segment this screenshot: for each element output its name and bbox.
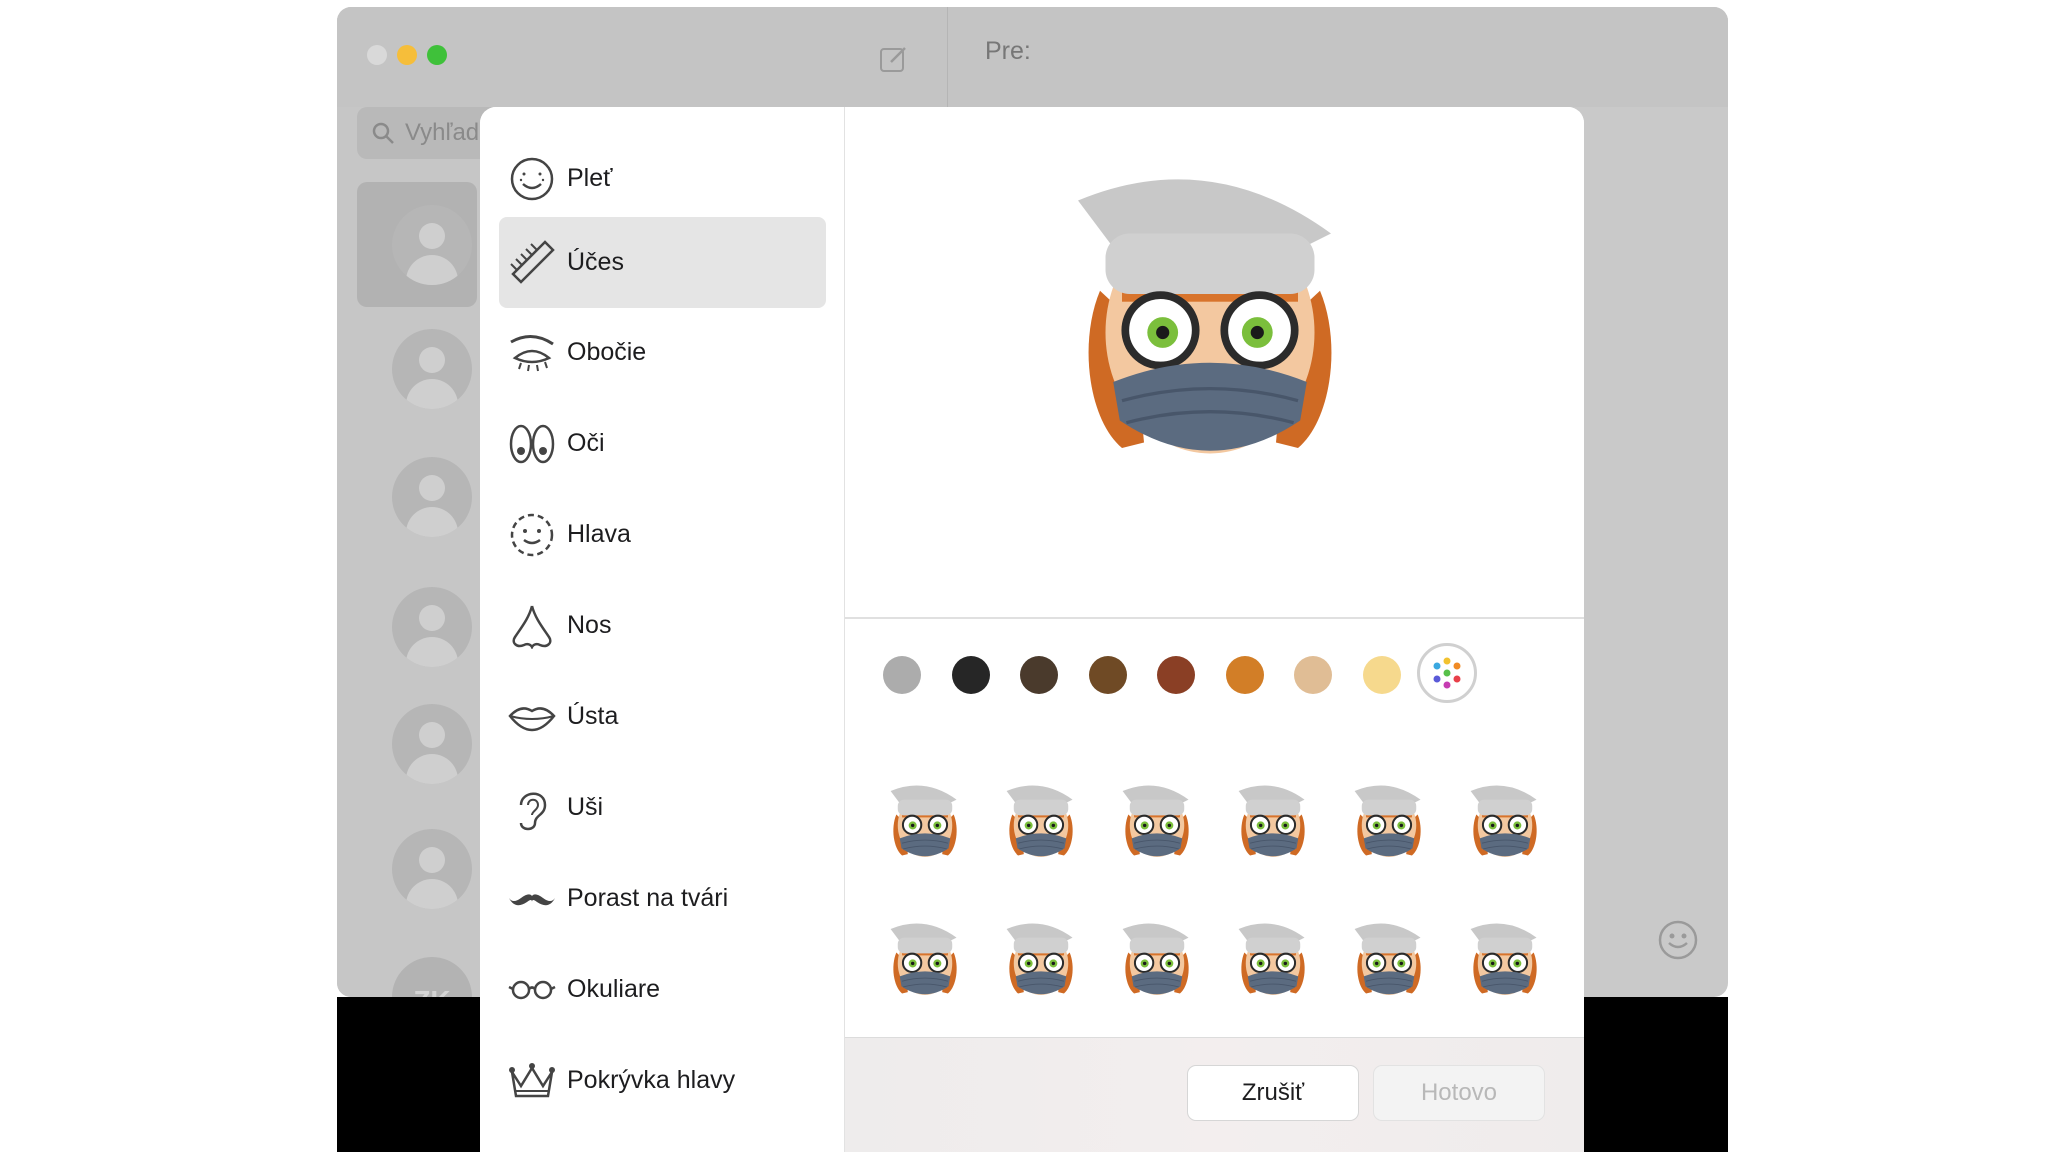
search-icon — [372, 122, 394, 144]
hair-color-swatch[interactable] — [951, 656, 990, 694]
emoji-icon[interactable] — [1656, 918, 1700, 962]
hairstyle-option[interactable] — [1230, 775, 1316, 873]
memoji-thumbnail — [889, 784, 958, 858]
category-item-okuliare[interactable]: Okuliare — [499, 944, 826, 1035]
crown-icon — [509, 1063, 555, 1098]
memoji-thumbnail — [1469, 784, 1538, 858]
category-item-usi[interactable]: Uši — [499, 762, 826, 853]
hairstyle-option[interactable] — [1462, 913, 1548, 1011]
memoji-thumbnail — [1121, 922, 1190, 996]
custom-color-button[interactable] — [1417, 643, 1477, 703]
avatar[interactable] — [392, 329, 472, 409]
hairstyle-option[interactable] — [1462, 775, 1548, 873]
category-label: Účes — [567, 248, 624, 276]
hair-color-swatch[interactable] — [1362, 656, 1401, 694]
close-window-button[interactable] — [367, 45, 387, 65]
divider — [947, 7, 948, 107]
category-item-uces[interactable]: Účes — [499, 217, 826, 308]
avatar[interactable] — [392, 457, 472, 537]
avatar[interactable] — [392, 704, 472, 784]
category-label: Uši — [567, 793, 604, 821]
category-list: Pleť Účes Obočie Oči Hlava Nos Ústa Uši … — [480, 107, 845, 1152]
memoji-thumbnail — [1005, 784, 1074, 858]
category-item-nos[interactable]: Nos — [499, 580, 826, 671]
memoji-thumbnail — [1353, 922, 1422, 996]
category-label: Ústa — [567, 702, 619, 730]
color-wheel-icon — [1433, 657, 1461, 689]
memoji-editor: Pleť Účes Obočie Oči Hlava Nos Ústa Uši … — [480, 107, 1584, 1152]
hair-color-swatch[interactable] — [1225, 656, 1264, 694]
category-label: Porast na tvári — [567, 884, 729, 912]
avatar[interactable] — [392, 205, 472, 285]
head-shape-icon — [510, 513, 554, 557]
zoom-window-button[interactable] — [427, 45, 447, 65]
minimize-window-button[interactable] — [397, 45, 417, 65]
search-placeholder: Vyhľad — [405, 119, 480, 146]
memoji-thumbnail — [1005, 922, 1074, 996]
hairstyle-option[interactable] — [1114, 913, 1200, 1011]
hairstyle-option[interactable] — [1346, 775, 1432, 873]
to-label: Pre: — [985, 37, 1031, 65]
hair-color-swatch[interactable] — [1157, 656, 1195, 694]
hairstyle-option[interactable] — [882, 775, 968, 873]
hairstyle-option[interactable] — [882, 913, 968, 1011]
glasses-icon — [508, 980, 556, 1000]
avatar-initials: ZK — [392, 985, 472, 997]
ear-icon — [519, 792, 547, 831]
category-item-plet[interactable]: Pleť — [499, 133, 826, 224]
category-item-pokryvka[interactable]: Pokrývka hlavy — [499, 1035, 826, 1126]
cancel-button[interactable]: Zrušiť — [1187, 1065, 1359, 1121]
eyes-icon — [509, 424, 555, 464]
memoji-thumbnail — [1469, 922, 1538, 996]
title-bar — [337, 7, 1728, 107]
avatar[interactable] — [392, 587, 472, 667]
done-button[interactable]: Hotovo — [1373, 1065, 1545, 1121]
category-item-oci[interactable]: Oči — [499, 398, 826, 489]
memoji-avatar — [1045, 167, 1375, 487]
nose-icon — [512, 605, 552, 649]
hair-color-swatch[interactable] — [883, 656, 921, 694]
memoji-thumbnail — [1237, 922, 1306, 996]
hairstyle-option[interactable] — [1346, 913, 1432, 1011]
hairstyle-option[interactable] — [1230, 913, 1316, 1011]
category-label: Obočie — [567, 338, 647, 366]
category-item-hlava[interactable]: Hlava — [499, 489, 826, 580]
eyebrow-icon — [510, 335, 554, 372]
compose-icon[interactable] — [878, 43, 910, 75]
hair-color-swatch[interactable] — [1294, 656, 1332, 694]
memoji-thumbnail — [1237, 784, 1306, 858]
lips-icon — [508, 707, 556, 732]
face-freckles-icon — [510, 157, 554, 201]
hair-color-swatch[interactable] — [1088, 656, 1127, 694]
category-item-porast[interactable]: Porast na tvári — [499, 853, 826, 944]
category-label: Okuliare — [567, 975, 661, 1003]
hairstyle-option[interactable] — [1114, 775, 1200, 873]
hairstyle-option[interactable] — [998, 775, 1084, 873]
comb-icon — [510, 240, 555, 284]
category-label: Pokrývka hlavy — [567, 1066, 736, 1094]
memoji-thumbnail — [1121, 784, 1190, 858]
memoji-thumbnail — [889, 922, 958, 996]
mustache-icon — [509, 894, 555, 906]
category-item-usta[interactable]: Ústa — [499, 671, 826, 762]
category-label: Nos — [567, 611, 612, 639]
category-label: Hlava — [567, 520, 631, 548]
hairstyle-option[interactable] — [998, 913, 1084, 1011]
category-label: Oči — [567, 429, 605, 457]
memoji-preview — [845, 107, 1584, 619]
avatar[interactable] — [392, 829, 472, 909]
category-label: Pleť — [567, 164, 613, 192]
hair-color-swatch[interactable] — [1020, 656, 1058, 694]
memoji-thumbnail — [1353, 784, 1422, 858]
category-item-obocie[interactable]: Obočie — [499, 307, 826, 398]
